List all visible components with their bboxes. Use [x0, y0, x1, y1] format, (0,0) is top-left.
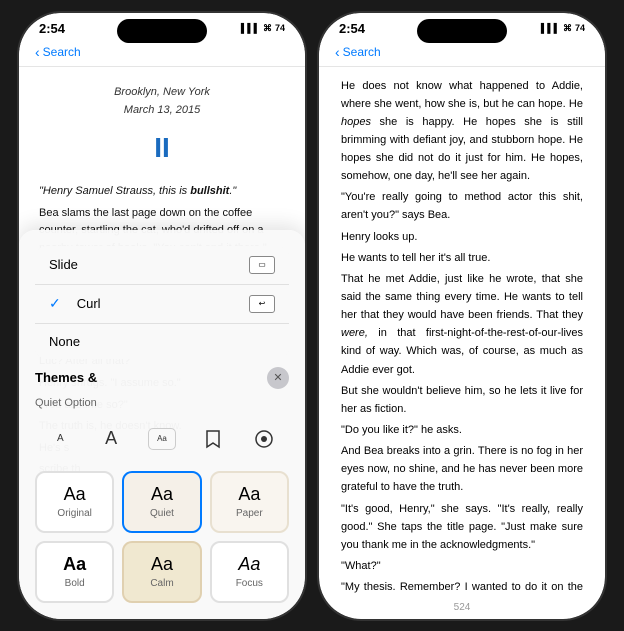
slide-option-left: Slide	[49, 257, 78, 272]
bookmark-button[interactable]	[195, 425, 231, 453]
curl-icon: ↩	[249, 295, 275, 313]
page-number: 524	[319, 596, 605, 619]
slide-options-panel: Slide ▭ ✓ Curl ↩	[35, 246, 289, 359]
eye-icon	[254, 429, 274, 449]
theme-original-label: Original	[57, 508, 91, 519]
left-status-time: 2:54	[39, 21, 65, 36]
theme-grid: Aa Original Aa Quiet Aa Paper	[35, 471, 289, 603]
none-label: None	[49, 334, 80, 349]
font-toolbar: A A Aa	[35, 417, 289, 461]
themes-title: Themes &	[35, 370, 97, 385]
right-status-time: 2:54	[339, 21, 365, 36]
theme-focus-label: Focus	[236, 578, 263, 589]
theme-card-bold[interactable]: Aa Bold	[35, 541, 114, 603]
theme-card-paper[interactable]: Aa Paper	[210, 471, 289, 533]
right-status-icons: ▌▌▌ ⌘ 74	[541, 23, 585, 34]
theme-card-focus[interactable]: Aa Focus	[210, 541, 289, 603]
themes-close-button[interactable]: ✕	[267, 367, 289, 389]
left-status-icons: ▌▌▌ ⌘ 74	[241, 23, 285, 34]
slide-option-slide[interactable]: Slide ▭	[35, 246, 289, 285]
left-phone: 2:54 ▌▌▌ ⌘ 74 ‹ Search	[17, 11, 307, 621]
left-phone-inner: 2:54 ▌▌▌ ⌘ 74 ‹ Search	[19, 13, 305, 619]
check-icon: ✓	[49, 295, 61, 312]
font-selector-button[interactable]: Aa	[144, 425, 180, 453]
left-nav-bar: ‹ Search	[19, 40, 305, 67]
theme-quiet-label: Quiet	[150, 508, 174, 519]
left-back-label: Search	[43, 45, 81, 59]
slide-label: Slide	[49, 257, 78, 272]
themes-header: Themes & ✕	[35, 367, 289, 389]
theme-calm-label: Calm	[150, 578, 173, 589]
theme-card-quiet[interactable]: Aa Quiet	[122, 471, 201, 533]
theme-original-inner: Aa Original	[37, 473, 112, 531]
book-location: Brooklyn, New York March 13, 2015	[39, 83, 285, 119]
theme-paper-inner: Aa Paper	[212, 473, 287, 531]
curl-option-left: ✓ Curl	[49, 295, 101, 312]
bookmark-icon	[205, 429, 221, 449]
right-wifi-icon: ⌘	[563, 23, 572, 34]
none-option-left: None	[49, 334, 80, 349]
theme-calm-aa: Aa	[151, 554, 173, 576]
theme-calm-inner: Aa Calm	[124, 543, 199, 601]
right-chevron-left-icon: ‹	[335, 44, 340, 60]
signal-icon: ▌▌▌	[241, 23, 260, 33]
display-settings-button[interactable]	[246, 425, 282, 453]
right-back-button[interactable]: ‹ Search	[335, 44, 381, 60]
slide-option-none[interactable]: None	[35, 324, 289, 359]
theme-bold-inner: Aa Bold	[37, 543, 112, 601]
right-phone: 2:54 ▌▌▌ ⌘ 74 ‹ Search He does not kno	[317, 11, 607, 621]
theme-quiet-inner: Aa Quiet	[124, 473, 199, 531]
theme-paper-aa: Aa	[238, 484, 260, 506]
dynamic-island-right	[417, 19, 507, 43]
slide-icon: ▭	[249, 256, 275, 274]
right-phone-inner: 2:54 ▌▌▌ ⌘ 74 ‹ Search He does not kno	[319, 13, 605, 619]
dynamic-island-left	[117, 19, 207, 43]
text-size-large-button[interactable]: A	[93, 425, 129, 453]
right-signal-icon: ▌▌▌	[541, 23, 560, 33]
text-size-small-button[interactable]: A	[42, 425, 78, 453]
right-nav-bar: ‹ Search	[319, 40, 605, 67]
font-icon: Aa	[148, 428, 176, 450]
right-reading-content: He does not know what happened to Addie,…	[319, 67, 605, 596]
chevron-left-icon: ‹	[35, 44, 40, 60]
theme-card-calm[interactable]: Aa Calm	[122, 541, 201, 603]
theme-focus-inner: Aa Focus	[212, 543, 287, 601]
curl-label: Curl	[77, 296, 101, 311]
theme-card-original[interactable]: Aa Original	[35, 471, 114, 533]
overlay-panel: Slide ▭ ✓ Curl ↩	[19, 230, 305, 619]
slide-option-curl[interactable]: ✓ Curl ↩	[35, 285, 289, 324]
theme-quiet-aa: Aa	[151, 484, 173, 506]
right-back-label: Search	[343, 45, 381, 59]
phones-container: 2:54 ▌▌▌ ⌘ 74 ‹ Search	[7, 1, 617, 631]
left-back-button[interactable]: ‹ Search	[35, 44, 81, 60]
right-battery-icon: 74	[575, 23, 585, 33]
theme-paper-label: Paper	[236, 508, 263, 519]
theme-original-aa: Aa	[64, 484, 86, 506]
book-header: Brooklyn, New York March 13, 2015 II	[39, 83, 285, 171]
theme-bold-aa: Aa	[63, 554, 86, 576]
theme-focus-aa: Aa	[238, 554, 260, 576]
theme-bold-label: Bold	[65, 578, 85, 589]
quiet-option-label: Quiet Option	[35, 397, 289, 409]
wifi-icon: ⌘	[263, 23, 272, 34]
battery-icon: 74	[275, 23, 285, 33]
book-chapter: II	[39, 125, 285, 171]
